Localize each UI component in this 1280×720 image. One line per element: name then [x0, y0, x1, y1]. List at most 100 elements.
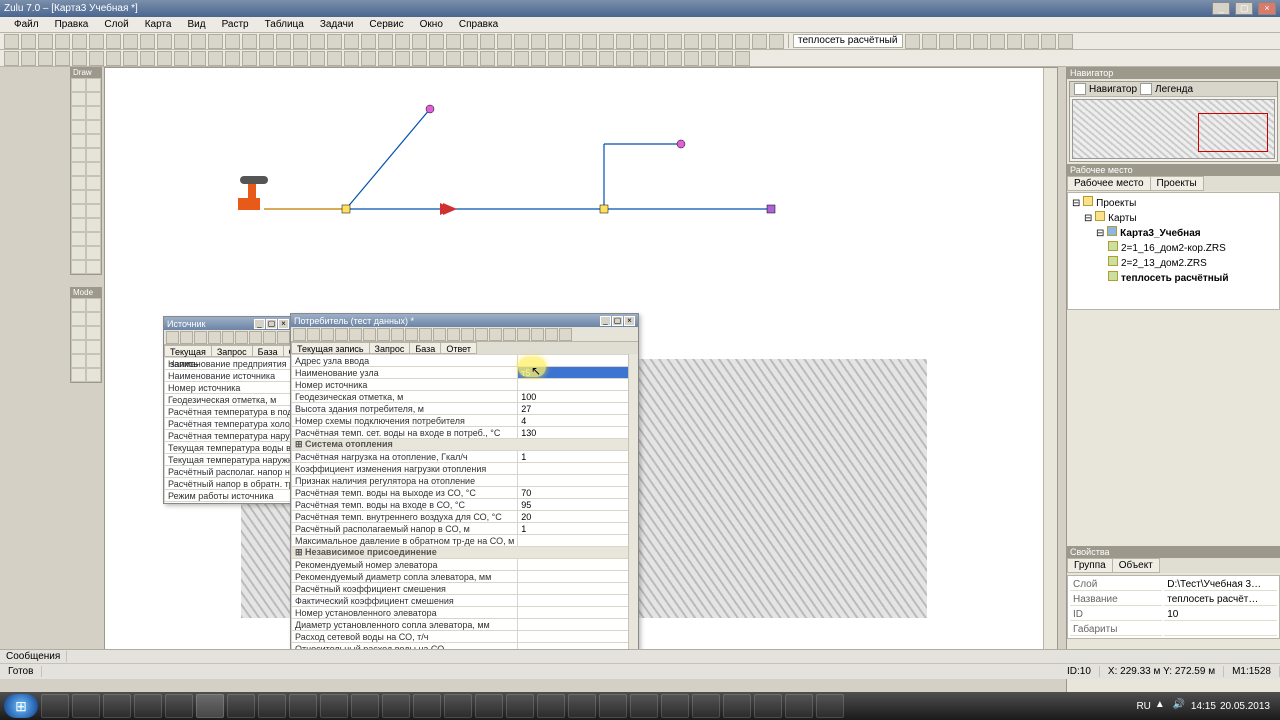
- menu-tasks[interactable]: Задачи: [312, 17, 362, 32]
- tool-button[interactable]: [71, 78, 86, 92]
- toolbar-button[interactable]: [38, 34, 53, 49]
- toolbar-button[interactable]: [650, 34, 665, 49]
- toolbar-button[interactable]: [1041, 34, 1056, 49]
- toolbar-button[interactable]: [293, 328, 306, 341]
- toolbar-button[interactable]: [701, 51, 716, 66]
- toolbar-button[interactable]: [166, 331, 179, 344]
- menu-service[interactable]: Сервис: [361, 17, 411, 32]
- toolbar-button[interactable]: [616, 34, 631, 49]
- toolbar-button[interactable]: [514, 34, 529, 49]
- toolbar-button[interactable]: [310, 51, 325, 66]
- toolbar-button[interactable]: [667, 51, 682, 66]
- tool-button[interactable]: [86, 354, 101, 368]
- tray-icon[interactable]: 🔊: [1173, 699, 1187, 713]
- attr-value[interactable]: [518, 619, 638, 631]
- tool-button[interactable]: [86, 190, 101, 204]
- close-button[interactable]: ×: [1258, 2, 1276, 15]
- toolbar-button[interactable]: [242, 34, 257, 49]
- tool-button[interactable]: [71, 176, 86, 190]
- toolbar-button[interactable]: [249, 331, 262, 344]
- layer-combo[interactable]: теплосеть расчётный: [793, 34, 903, 48]
- taskbar-app[interactable]: [134, 694, 162, 718]
- toolbar-button[interactable]: [38, 51, 53, 66]
- attr-value[interactable]: [518, 475, 638, 487]
- tool-button[interactable]: [86, 298, 101, 312]
- tool-button[interactable]: [71, 134, 86, 148]
- toolbar-button[interactable]: [72, 51, 87, 66]
- win-max-icon[interactable]: ▢: [266, 319, 277, 329]
- toolbar-button[interactable]: [599, 51, 614, 66]
- toolbar-button[interactable]: [667, 34, 682, 49]
- taskbar-app[interactable]: [568, 694, 596, 718]
- tool-button[interactable]: [86, 246, 101, 260]
- toolbar-button[interactable]: [157, 34, 172, 49]
- toolbar-button[interactable]: [21, 51, 36, 66]
- tool-button[interactable]: [86, 162, 101, 176]
- toolbar-button[interactable]: [55, 51, 70, 66]
- toolbar-button[interactable]: [633, 34, 648, 49]
- toolbar-button[interactable]: [276, 34, 291, 49]
- toolbar-button[interactable]: [276, 51, 291, 66]
- toolbar-button[interactable]: [616, 51, 631, 66]
- taskbar-app[interactable]: [258, 694, 286, 718]
- attr-value[interactable]: 1: [518, 523, 638, 535]
- tool-button[interactable]: [86, 218, 101, 232]
- toolbar-button[interactable]: [565, 51, 580, 66]
- nav-tab[interactable]: Навигатор: [1089, 84, 1137, 95]
- tool-button[interactable]: [71, 162, 86, 176]
- toolbar-button[interactable]: [395, 51, 410, 66]
- menu-view[interactable]: Вид: [179, 17, 213, 32]
- properties-grid[interactable]: СлойD:\Тест\Учебная 3… Названиетеплосеть…: [1067, 575, 1280, 639]
- attr-value[interactable]: [518, 595, 638, 607]
- toolbar-button[interactable]: [752, 34, 767, 49]
- tool-button[interactable]: [86, 92, 101, 106]
- attr-value[interactable]: [518, 559, 638, 571]
- layer-tree[interactable]: ⊟ Проекты ⊟ Карты ⊟ Карта3_Учебная 2=1_1…: [1067, 192, 1280, 310]
- toolbar-button[interactable]: [531, 51, 546, 66]
- toolbar-button[interactable]: [718, 34, 733, 49]
- menu-help[interactable]: Справка: [451, 17, 506, 32]
- toolbar-button[interactable]: [1007, 34, 1022, 49]
- toolbar-button[interactable]: [446, 51, 461, 66]
- tab-projects[interactable]: Проекты: [1150, 176, 1204, 191]
- attr-value[interactable]: [518, 355, 638, 367]
- toolbar-button[interactable]: [990, 34, 1005, 49]
- toolbar-button[interactable]: [405, 328, 418, 341]
- tab-group[interactable]: Группа: [1067, 558, 1113, 573]
- toolbar-button[interactable]: [463, 34, 478, 49]
- tool-button[interactable]: [86, 106, 101, 120]
- toolbar-button[interactable]: [531, 328, 544, 341]
- toolbar-button[interactable]: [194, 331, 207, 344]
- menu-raster[interactable]: Растр: [214, 17, 257, 32]
- taskbar-app[interactable]: [165, 694, 193, 718]
- legend-tab[interactable]: Легенда: [1155, 84, 1193, 95]
- toolbar-button[interactable]: [684, 51, 699, 66]
- attr-value[interactable]: [518, 463, 638, 475]
- source-attributes-window[interactable]: Источник_▢× document.write(Array.from({l…: [163, 316, 293, 504]
- toolbar-button[interactable]: [735, 51, 750, 66]
- toolbar-button[interactable]: [349, 328, 362, 341]
- toolbar-button[interactable]: [174, 34, 189, 49]
- toolbar-button[interactable]: [565, 34, 580, 49]
- toolbar-button[interactable]: [89, 34, 104, 49]
- attributes-grid[interactable]: Адрес узла вводаНаименование узлат5Номер…: [291, 354, 638, 666]
- win-min-icon[interactable]: _: [254, 319, 265, 329]
- tray-icon[interactable]: ▲: [1155, 699, 1169, 713]
- maximize-button[interactable]: ▢: [1235, 2, 1253, 15]
- attr-value[interactable]: 4: [518, 415, 638, 427]
- toolbar-button[interactable]: [461, 328, 474, 341]
- toolbar-button[interactable]: [293, 34, 308, 49]
- toolbar-button[interactable]: [361, 51, 376, 66]
- tool-button[interactable]: [71, 260, 86, 274]
- menu-layer[interactable]: Слой: [96, 17, 136, 32]
- tool-button[interactable]: [71, 368, 86, 382]
- taskbar-app[interactable]: [537, 694, 565, 718]
- tab-current[interactable]: Текущая запись: [164, 345, 212, 357]
- taskbar-app[interactable]: [351, 694, 379, 718]
- attributes-grid[interactable]: Наименование предприятияНаименование ист…: [164, 357, 292, 503]
- toolbar-button[interactable]: [242, 51, 257, 66]
- attr-value[interactable]: [518, 583, 638, 595]
- toolbar-button[interactable]: [55, 34, 70, 49]
- source-symbol[interactable]: [238, 176, 268, 210]
- taskbar-app[interactable]: [754, 694, 782, 718]
